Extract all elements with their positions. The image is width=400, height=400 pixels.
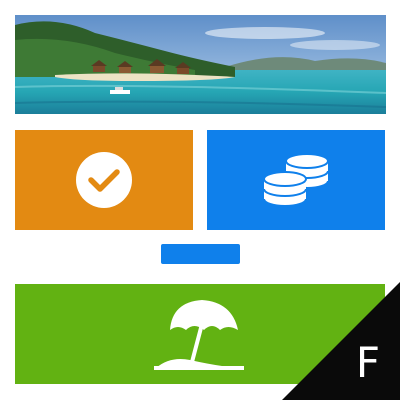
- tile-check[interactable]: [15, 130, 193, 230]
- banner-beach-photo: [15, 15, 386, 114]
- beach-photo-illustration: [15, 15, 386, 114]
- pill-button[interactable]: [161, 244, 240, 264]
- beach-umbrella-icon: [154, 300, 244, 370]
- coin-stack-icon: [263, 153, 329, 207]
- check-circle-icon: [76, 152, 132, 208]
- tile-coins[interactable]: [207, 130, 385, 230]
- corner-badge-letter: F: [355, 338, 381, 387]
- tile-beach[interactable]: [15, 284, 385, 384]
